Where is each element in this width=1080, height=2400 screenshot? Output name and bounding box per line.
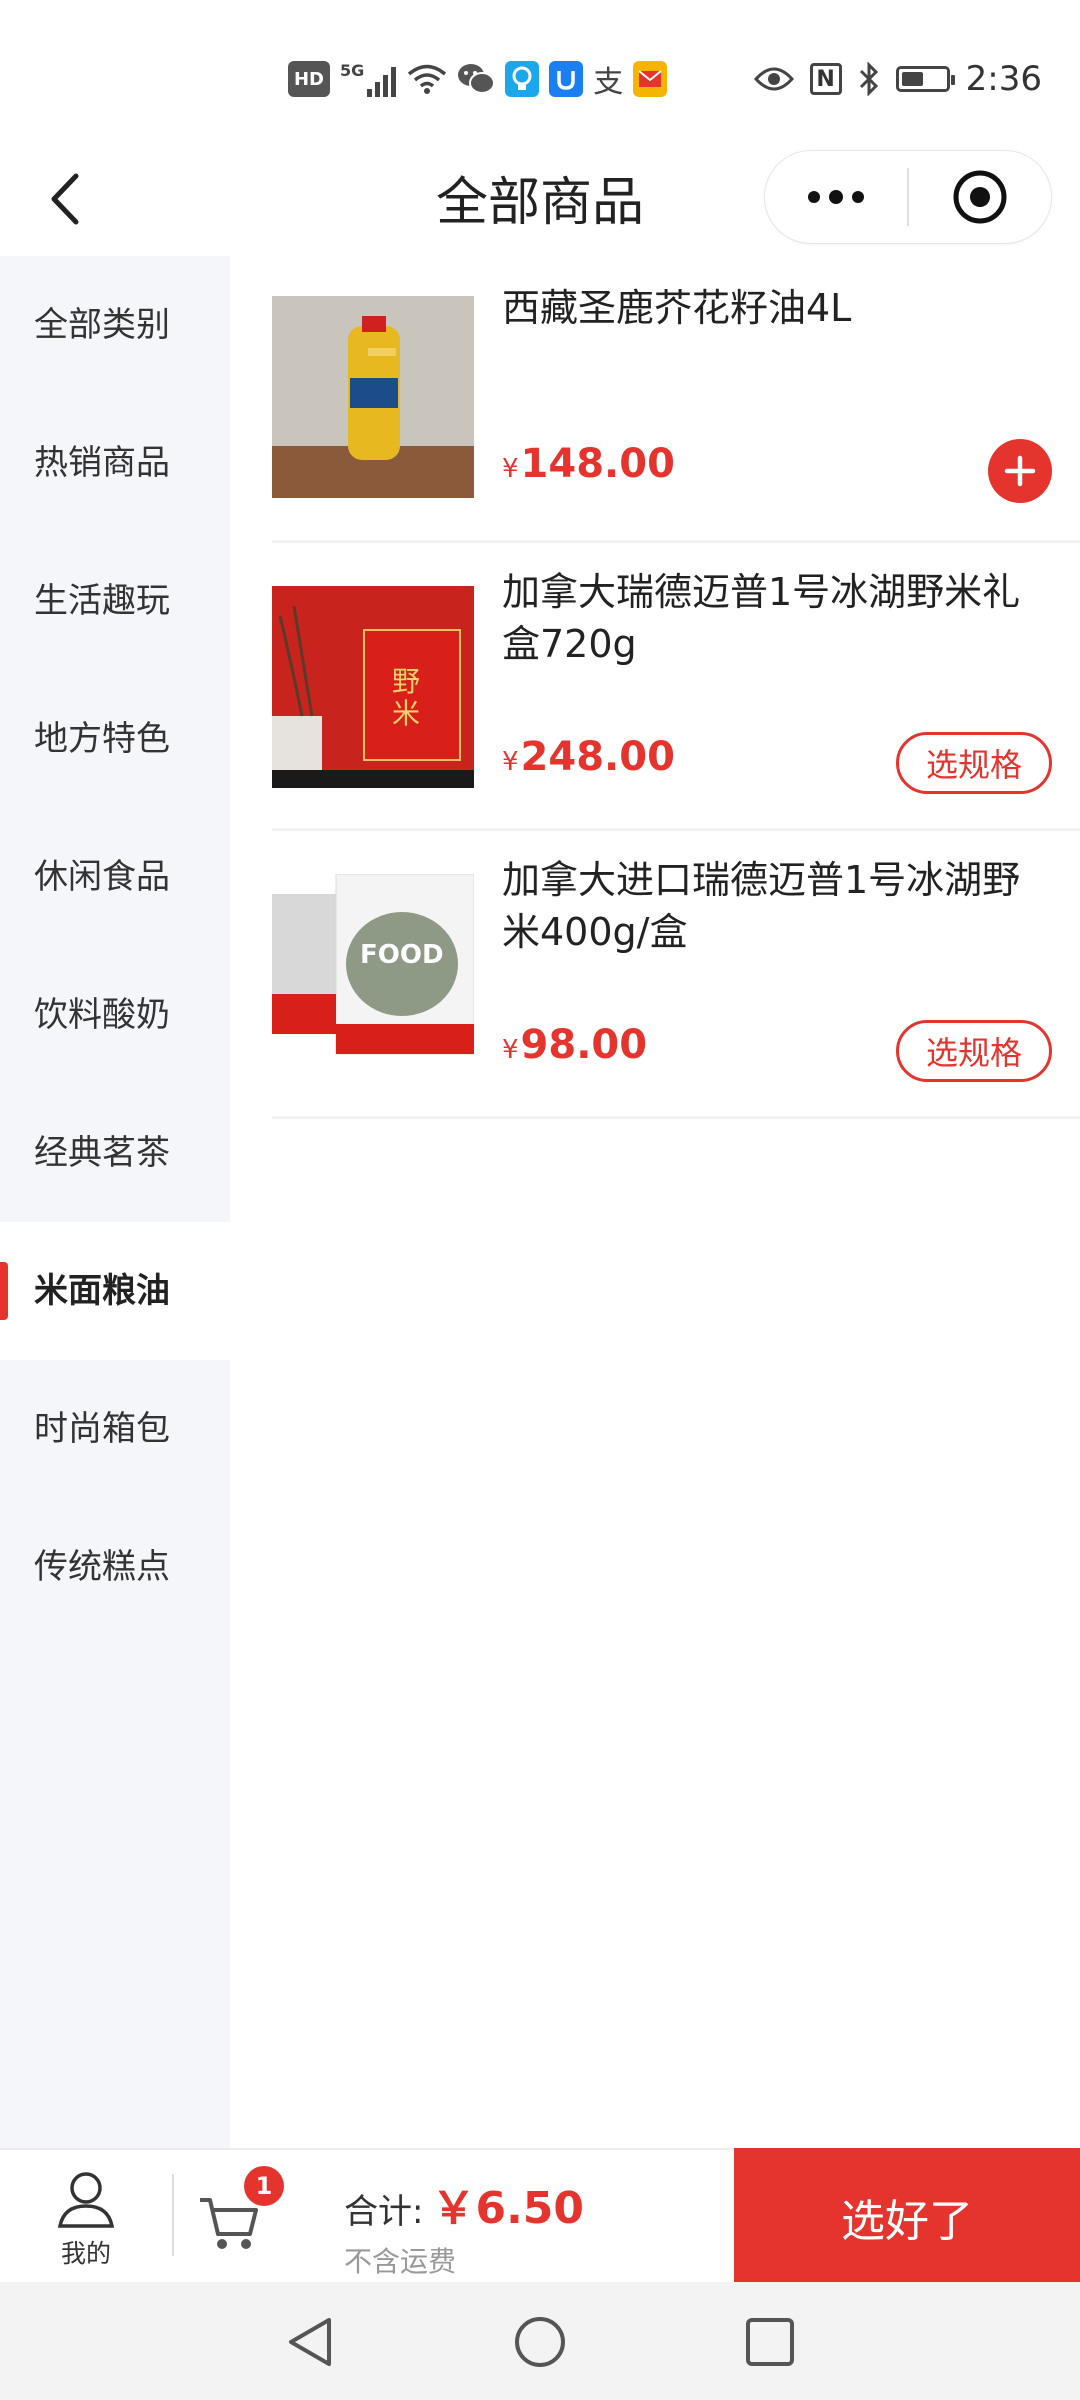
bulb-icon — [505, 61, 540, 97]
product-card[interactable]: 西藏圣鹿芥花籽油4L ¥148.00 — [272, 256, 1080, 543]
battery-icon — [895, 66, 955, 92]
target-circle-icon — [953, 170, 1007, 224]
wechat-icon — [458, 64, 496, 94]
category-item[interactable]: 休闲食品 — [0, 808, 230, 946]
product-price: ¥148.00 — [502, 441, 675, 487]
status-bar-notifications: HD 5G 支 — [288, 56, 668, 102]
currency-symbol: ¥ — [502, 1035, 519, 1065]
system-nav-bar — [0, 2282, 1080, 2400]
select-spec-button[interactable]: 选规格 — [896, 1020, 1052, 1082]
product-name: 加拿大瑞德迈普1号冰湖野米礼盒720g — [502, 570, 1021, 666]
category-item[interactable]: 饮料酸奶 — [0, 946, 230, 1084]
nav-bar: 全部商品 — [0, 150, 1080, 256]
my-account-label: 我的 — [60, 2239, 111, 2268]
product-price: ¥98.00 — [502, 1022, 647, 1068]
product-card[interactable]: 野米 加拿大瑞德迈普1号冰湖野米礼盒720g ¥248.00 选规格 — [272, 540, 1080, 831]
price-value: 98.00 — [520, 1022, 648, 1068]
chevron-left-icon — [51, 173, 79, 225]
user-icon — [57, 2172, 115, 2228]
category-item[interactable]: 热销商品 — [0, 394, 230, 532]
close-miniprogram-button[interactable] — [909, 151, 1051, 243]
signal-5g-icon: 5G — [340, 61, 397, 97]
triangle-back-icon — [289, 2318, 331, 2366]
category-item[interactable]: 经典茗茶 — [0, 1084, 230, 1222]
more-button[interactable] — [765, 151, 907, 243]
currency-symbol: ¥ — [502, 454, 519, 484]
product-price: ¥248.00 — [502, 734, 675, 780]
add-to-cart-button[interactable] — [988, 439, 1052, 503]
battery-level — [901, 72, 924, 86]
mail-icon — [633, 61, 668, 97]
hd-icon: HD — [288, 61, 330, 97]
checkout-button[interactable]: 选好了 — [734, 2148, 1080, 2286]
plus-icon — [1004, 455, 1036, 487]
nfc-icon: N — [809, 63, 842, 95]
category-item[interactable]: 全部类别 — [0, 256, 230, 394]
mini-program-capsule — [764, 150, 1052, 244]
eye-icon — [753, 67, 794, 91]
more-dots-icon — [808, 190, 864, 204]
category-item[interactable]: 地方特色 — [0, 670, 230, 808]
category-item-active[interactable]: 米面粮油 — [0, 1222, 230, 1360]
circle-home-icon — [515, 2317, 565, 2367]
select-spec-button[interactable]: 选规格 — [896, 732, 1052, 794]
price-value: 248.00 — [520, 734, 675, 780]
product-box-label: 野米 — [392, 665, 421, 730]
system-home-button[interactable] — [508, 2310, 572, 2374]
product-image: 野米 — [272, 586, 474, 788]
currency-symbol: ¥ — [502, 747, 519, 777]
system-back-button[interactable] — [278, 2310, 342, 2374]
category-item[interactable]: 时尚箱包 — [0, 1360, 230, 1498]
cart-count-badge: 1 — [244, 2166, 284, 2206]
square-recents-icon — [746, 2318, 794, 2366]
product-name: 西藏圣鹿芥花籽油4L — [502, 286, 852, 330]
shipping-note: 不含运费 — [344, 2245, 457, 2278]
network-type-label: 5G — [340, 61, 365, 80]
my-account-button[interactable]: 我的 — [36, 2170, 136, 2270]
wifi-icon — [408, 64, 447, 94]
back-button[interactable] — [40, 166, 90, 232]
cart-button[interactable]: 1 — [196, 2166, 286, 2264]
product-image-label: FOOD — [360, 940, 444, 970]
status-bar-system: N 2:36 — [753, 56, 1042, 102]
u-app-icon — [549, 61, 584, 97]
total-amount: ￥6.50 — [431, 2183, 585, 2234]
status-bar: HD 5G 支 N 2:36 — [0, 0, 1080, 150]
price-value: 148.00 — [520, 441, 675, 487]
product-image: FOOD — [272, 874, 474, 1076]
category-sidebar: 全部类别 热销商品 生活趣玩 地方特色 休闲食品 饮料酸奶 经典茗茶 米面粮油 … — [0, 256, 230, 2148]
product-image — [272, 296, 474, 498]
clock: 2:36 — [965, 59, 1042, 99]
cart-bar: 我的 1 合计: ￥6.50 不含运费 选好了 — [0, 2148, 1080, 2286]
alipay-icon: 支 — [593, 65, 624, 100]
bluetooth-icon — [859, 62, 878, 96]
bottom-bar-divider — [172, 2174, 174, 2256]
system-recents-button[interactable] — [738, 2310, 802, 2374]
category-item[interactable]: 传统糕点 — [0, 1498, 230, 1636]
category-item[interactable]: 生活趣玩 — [0, 532, 230, 670]
total-label: 合计: — [344, 2192, 424, 2232]
product-name: 加拿大进口瑞德迈普1号冰湖野米400g/盒 — [502, 858, 1021, 954]
product-card[interactable]: FOOD 加拿大进口瑞德迈普1号冰湖野米400g/盒 ¥98.00 选规格 — [272, 828, 1080, 1119]
cart-total: 合计: ￥6.50 — [344, 2172, 584, 2236]
